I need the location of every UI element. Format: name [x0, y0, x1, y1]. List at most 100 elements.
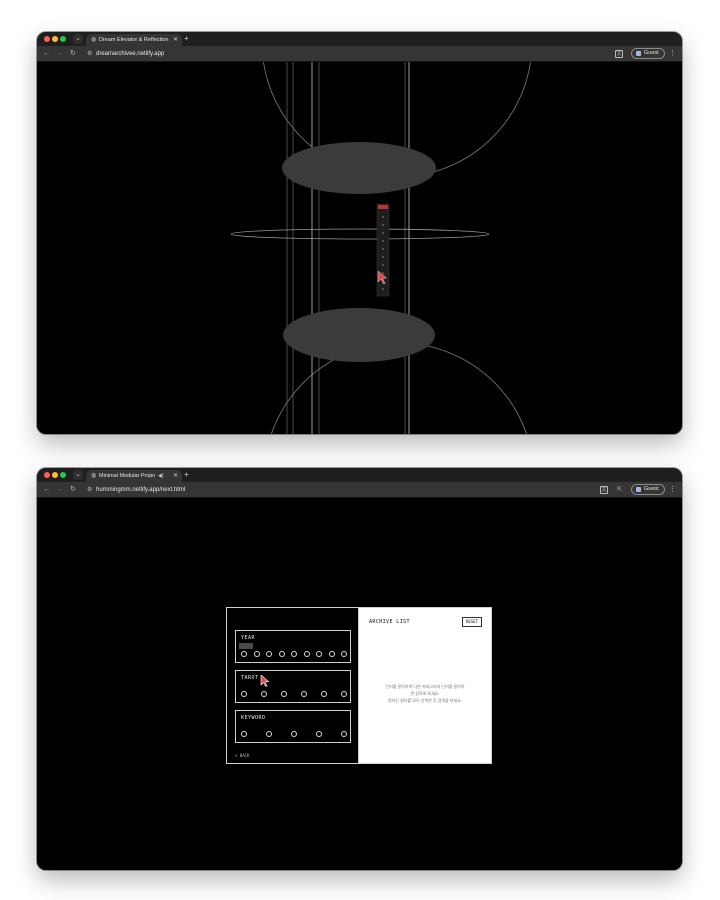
guest-profile-button[interactable]: Guest [631, 48, 665, 59]
filter-option[interactable] [241, 651, 247, 657]
filter-option[interactable] [341, 651, 347, 657]
translate-icon[interactable]: 文 [600, 486, 608, 494]
floor-button [382, 272, 384, 274]
floor-button [382, 240, 384, 242]
guest-label: Guest [644, 486, 659, 492]
reload-icon[interactable]: ↻ [70, 485, 76, 495]
filter-title-year: YEAR [241, 635, 256, 641]
tab-bar: ⌄ ◍ Dream Elevator & Reflection ✕ + [37, 32, 682, 46]
browser-window-dream-elevator: ⌄ ◍ Dream Elevator & Reflection ✕ + ← → … [37, 32, 682, 434]
instruction-line: 단어를 클릭하여 다른 카테고리와 단어를 클릭하 [385, 684, 465, 689]
filter-option[interactable] [341, 731, 347, 737]
close-window-button[interactable] [44, 36, 50, 42]
person-icon [636, 487, 641, 492]
filter-title-tarot: TAROT [241, 675, 259, 681]
reload-icon[interactable]: ↻ [70, 49, 76, 59]
close-icon[interactable]: ✕ [173, 36, 178, 44]
translate-icon[interactable]: 文 [615, 50, 623, 58]
bottom-ellipse [283, 308, 435, 362]
filter-option[interactable] [291, 731, 297, 737]
pointer-cursor-icon [260, 675, 270, 687]
filter-option[interactable] [241, 691, 247, 697]
filter-option[interactable] [291, 651, 297, 657]
page-content: YEAR TAROT KEYWORD < BACK ARCHIVE LIST R… [37, 498, 682, 870]
globe-icon: ◍ [91, 473, 97, 479]
url-field[interactable]: hummingmm.netlify.app/next.html [96, 485, 185, 495]
tarot-options [241, 691, 347, 699]
arrow-right-icon[interactable]: → [56, 49, 63, 59]
tab-minimal-modular[interactable]: ◍ Minimal Modular Project | ◀) ✕ [86, 470, 182, 482]
elevator-display [378, 205, 388, 209]
url-field[interactable]: dreamarchivee.netlify.app [96, 49, 164, 59]
filter-option[interactable] [316, 651, 322, 657]
speaker-icon[interactable]: ◀) [158, 472, 164, 480]
guest-label: Guest [644, 50, 659, 56]
keyword-options [241, 731, 347, 739]
middle-ring [230, 228, 490, 240]
filter-option[interactable] [266, 731, 272, 737]
guest-profile-button[interactable]: Guest [631, 484, 665, 495]
archive-list-panel: ARCHIVE LIST RESET 단어를 클릭하여 다른 카테고리와 단어를… [359, 608, 491, 763]
tune-icon[interactable]: ⚙ [87, 49, 92, 59]
floor-button [382, 216, 384, 218]
arrow-right-icon[interactable]: → [56, 485, 63, 495]
tune-icon[interactable]: ⚙ [87, 485, 92, 495]
filter-option[interactable] [304, 651, 310, 657]
floor-button [382, 264, 384, 266]
filter-option[interactable] [321, 691, 327, 697]
close-icon[interactable]: ✕ [173, 472, 178, 480]
browser-window-minimal-modular: ⌄ ◍ Minimal Modular Project | ◀) ✕ + ← →… [37, 468, 682, 870]
back-link[interactable]: < BACK [235, 753, 249, 758]
maximize-window-button[interactable] [60, 472, 66, 478]
filter-option[interactable] [281, 691, 287, 697]
filter-option[interactable] [341, 691, 347, 697]
maximize-window-button[interactable] [60, 36, 66, 42]
minimize-window-button[interactable] [52, 472, 58, 478]
floor-button [382, 224, 384, 226]
archive-list-title: ARCHIVE LIST [369, 619, 410, 625]
chevron-down-icon[interactable]: ⌄ [73, 470, 83, 480]
filter-option[interactable] [329, 651, 335, 657]
filter-panel: YEAR TAROT KEYWORD < BACK [227, 608, 359, 763]
top-ellipse [282, 142, 436, 194]
instruction-text: 단어를 클릭하여 다른 카테고리와 단어를 클릭하 면 꿈목록 보세요. 원하는… [369, 683, 481, 704]
archive-panel: YEAR TAROT KEYWORD < BACK ARCHIVE LIST R… [226, 607, 492, 764]
year-options [241, 651, 347, 659]
filter-option[interactable] [261, 691, 267, 697]
address-bar: ← → ↻ ⚙ hummingmm.netlify.app/next.html … [37, 482, 682, 498]
kebab-menu-icon[interactable]: ⋮ [669, 49, 676, 59]
filter-year: YEAR [235, 630, 351, 663]
tab-dream-elevator[interactable]: ◍ Dream Elevator & Reflection ✕ [86, 34, 182, 46]
tab-bar: ⌄ ◍ Minimal Modular Project | ◀) ✕ + [37, 468, 682, 482]
filter-option[interactable] [254, 651, 260, 657]
plus-icon[interactable]: + [184, 34, 189, 44]
tab-title: Minimal Modular Project | [99, 473, 155, 479]
close-window-button[interactable] [44, 472, 50, 478]
arrow-left-icon[interactable]: ← [43, 485, 50, 495]
kebab-menu-icon[interactable]: ⋮ [669, 485, 676, 495]
reset-button[interactable]: RESET [462, 617, 482, 627]
filter-option[interactable] [266, 651, 272, 657]
year-highlight [239, 643, 253, 649]
filter-option[interactable] [301, 691, 307, 697]
person-icon [636, 51, 641, 56]
cast-icon[interactable]: ⇱ [617, 485, 622, 495]
arrow-left-icon[interactable]: ← [43, 49, 50, 59]
filter-option[interactable] [316, 731, 322, 737]
floor-button [382, 248, 384, 250]
elevator-scene [230, 32, 533, 434]
filter-option[interactable] [241, 731, 247, 737]
chevron-down-icon[interactable]: ⌄ [73, 34, 83, 44]
instruction-line: 원하는 필터를 모두 선택한 후 검색을 보세요. [387, 698, 463, 703]
filter-title-keyword: KEYWORD [241, 715, 266, 721]
floor-button [382, 232, 384, 234]
floor-button [382, 256, 384, 258]
plus-icon[interactable]: + [184, 470, 189, 480]
filter-tarot: TAROT [235, 670, 351, 703]
minimize-window-button[interactable] [52, 36, 58, 42]
instruction-line: 면 꿈목록 보세요. [410, 691, 440, 696]
filter-option[interactable] [279, 651, 285, 657]
elevator-canvas[interactable] [37, 32, 682, 434]
address-bar: ← → ↻ ⚙ dreamarchivee.netlify.app 文 Gues… [37, 46, 682, 62]
filter-keyword: KEYWORD [235, 710, 351, 743]
